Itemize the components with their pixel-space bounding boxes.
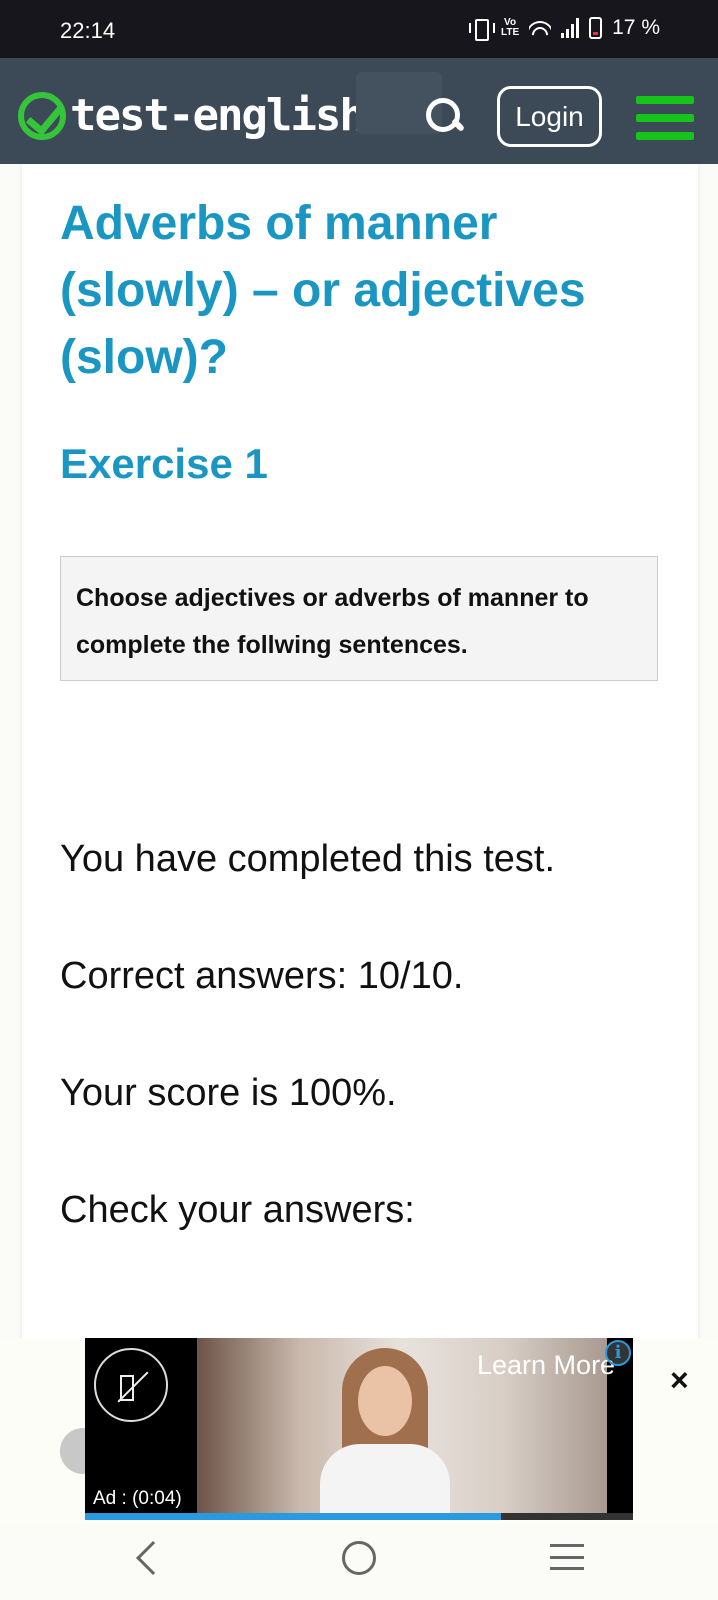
battery-icon — [589, 17, 603, 39]
ad-progress-fill — [85, 1513, 502, 1520]
mute-icon[interactable] — [94, 1348, 168, 1422]
volte-icon: Vo LTE — [500, 17, 520, 38]
status-time: 22:14 — [60, 18, 116, 43]
status-icons: Vo LTE 17 % — [468, 16, 660, 41]
menu-icon[interactable] — [636, 96, 694, 140]
back-icon[interactable] — [136, 1541, 170, 1575]
recent-apps-icon[interactable] — [550, 1544, 584, 1570]
info-icon[interactable]: i — [605, 1340, 631, 1366]
check-logo-icon — [18, 91, 66, 140]
wifi-icon — [529, 19, 552, 37]
signal-icon — [561, 18, 580, 38]
home-icon[interactable] — [342, 1541, 376, 1575]
battery-percent: 17 % — [612, 16, 660, 39]
ad-timer-label: Ad : (0:04) — [93, 1488, 182, 1509]
search-icon[interactable] — [424, 96, 466, 138]
system-nav-bar — [0, 1524, 718, 1600]
check-answers-label: Check your answers: — [60, 1189, 415, 1231]
site-logo[interactable]: test-english — [18, 90, 366, 141]
instruction-box: Choose adjectives or adverbs of manner t… — [60, 556, 658, 681]
login-button[interactable]: Login — [497, 86, 602, 147]
site-header: test-english Login — [0, 58, 718, 164]
learn-more-button[interactable]: Learn More — [477, 1350, 615, 1381]
ad-progress-bar — [85, 1513, 633, 1520]
completed-message: You have completed this test. — [60, 838, 556, 880]
logo-text: test-english — [70, 90, 366, 141]
correct-answers: Correct answers: 10/10. — [60, 955, 464, 997]
page-title: Adverbs of manner (slowly) – or adjectiv… — [60, 197, 586, 384]
ad-person-image — [320, 1348, 450, 1520]
close-icon[interactable]: × — [670, 1362, 689, 1399]
exercise-heading: Exercise 1 — [60, 440, 268, 487]
vibrate-icon — [468, 17, 495, 41]
status-bar: 22:14 Vo LTE 17 % — [0, 0, 718, 58]
score-text: Your score is 100%. — [60, 1072, 397, 1114]
video-ad[interactable]: Ad : (0:04) Learn More i — [85, 1338, 633, 1520]
